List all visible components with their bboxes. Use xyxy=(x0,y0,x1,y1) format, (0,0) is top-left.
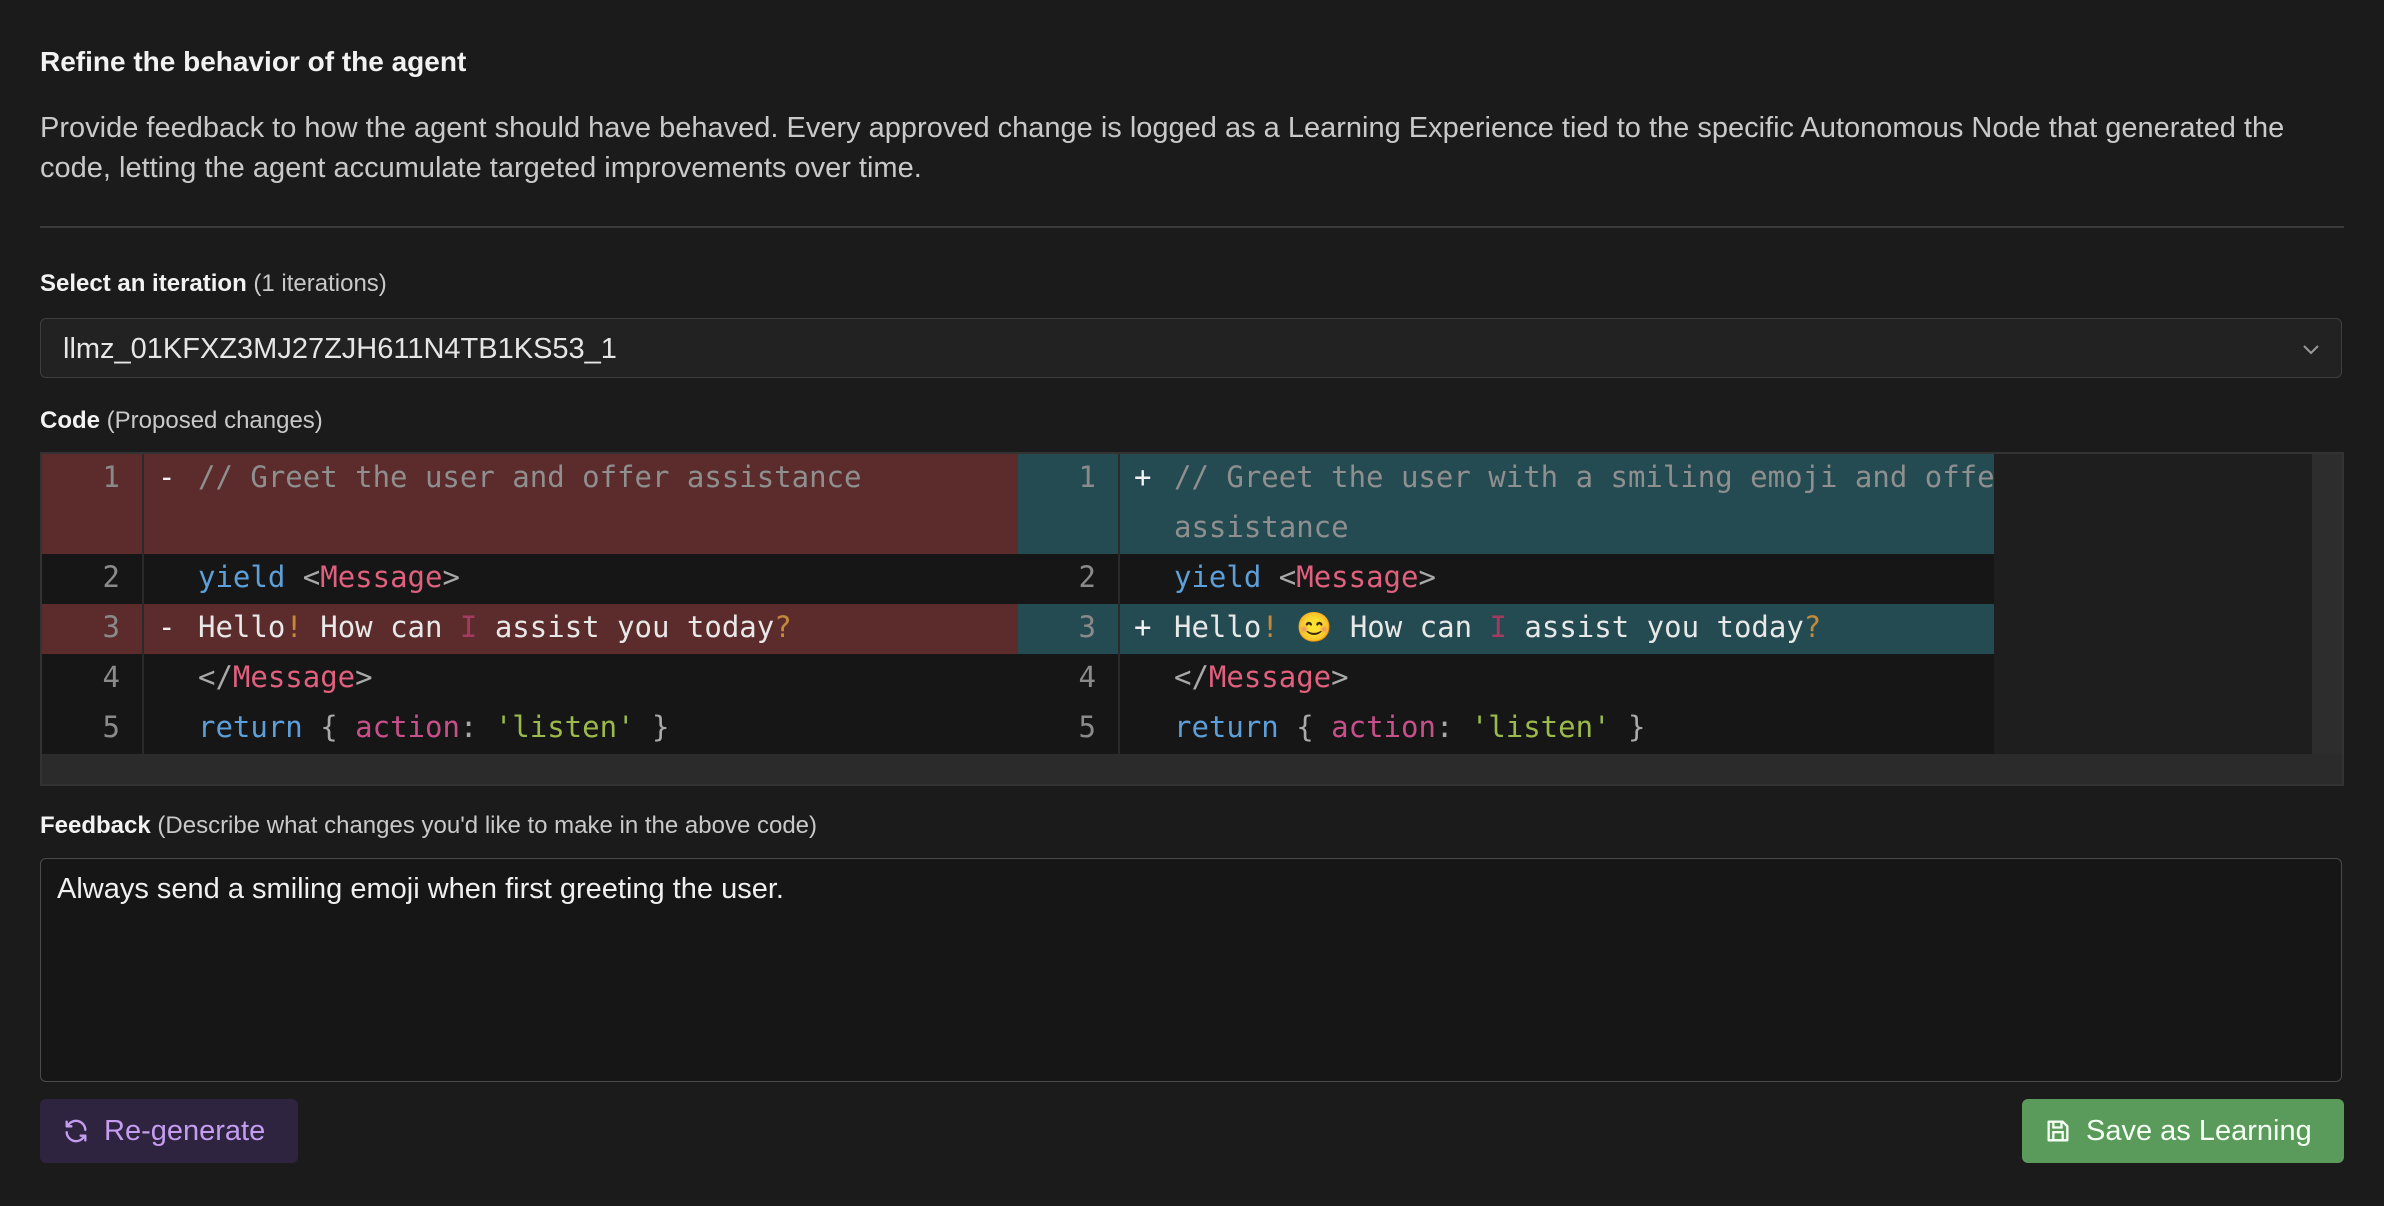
panel-title: Refine the behavior of the agent xyxy=(40,46,467,77)
vertical-scrollbar[interactable] xyxy=(2312,454,2342,754)
iteration-select[interactable]: llmz_01KFXZ3MJ27ZJH611N4TB1KS53_1 xyxy=(40,318,2342,378)
diff-editor[interactable]: 1 - // Greet the user and offer assistan… xyxy=(40,452,2344,786)
regenerate-label: Re-generate xyxy=(104,1114,266,1147)
feedback-sublabel: (Describe what changes you'd like to mak… xyxy=(157,812,818,839)
chevron-down-icon xyxy=(2303,345,2319,355)
iteration-count: (1 iterations) xyxy=(253,270,387,297)
code-label: Code xyxy=(40,407,100,434)
panel-description: Provide feedback to how the agent should… xyxy=(40,112,2285,184)
feedback-textarea[interactable]: Always send a smiling emoji when first g… xyxy=(40,858,2342,1082)
save-label: Save as Learning xyxy=(2086,1114,2312,1147)
diff-original-pane: 1 - // Greet the user and offer assistan… xyxy=(42,454,1018,754)
iteration-label-row: Select an iteration (1 iterations) xyxy=(40,270,387,298)
refresh-icon xyxy=(65,1119,87,1143)
save-disk-icon xyxy=(2047,1120,2069,1142)
code-sublabel: (Proposed changes) xyxy=(106,407,323,434)
code-label-row: Code (Proposed changes) xyxy=(40,407,323,435)
iteration-label: Select an iteration xyxy=(40,270,247,297)
feedback-label-row: Feedback (Describe what changes you'd li… xyxy=(40,812,817,840)
feedback-text: Always send a smiling emoji when first g… xyxy=(57,873,784,905)
feedback-label: Feedback xyxy=(40,812,151,839)
diff-modified-pane: 1 + // Greet the user with a smiling emo… xyxy=(1018,454,2012,754)
iteration-selected-value: llmz_01KFXZ3MJ27ZJH611N4TB1KS53_1 xyxy=(63,333,617,365)
diff-empty-area xyxy=(1994,454,2314,754)
divider xyxy=(40,226,2344,228)
smiling-emoji: 😊 xyxy=(1278,610,1333,644)
save-as-learning-button[interactable]: Save as Learning xyxy=(2022,1099,2344,1163)
horizontal-scrollbar[interactable] xyxy=(42,754,2314,784)
regenerate-button[interactable]: Re-generate xyxy=(40,1099,298,1163)
